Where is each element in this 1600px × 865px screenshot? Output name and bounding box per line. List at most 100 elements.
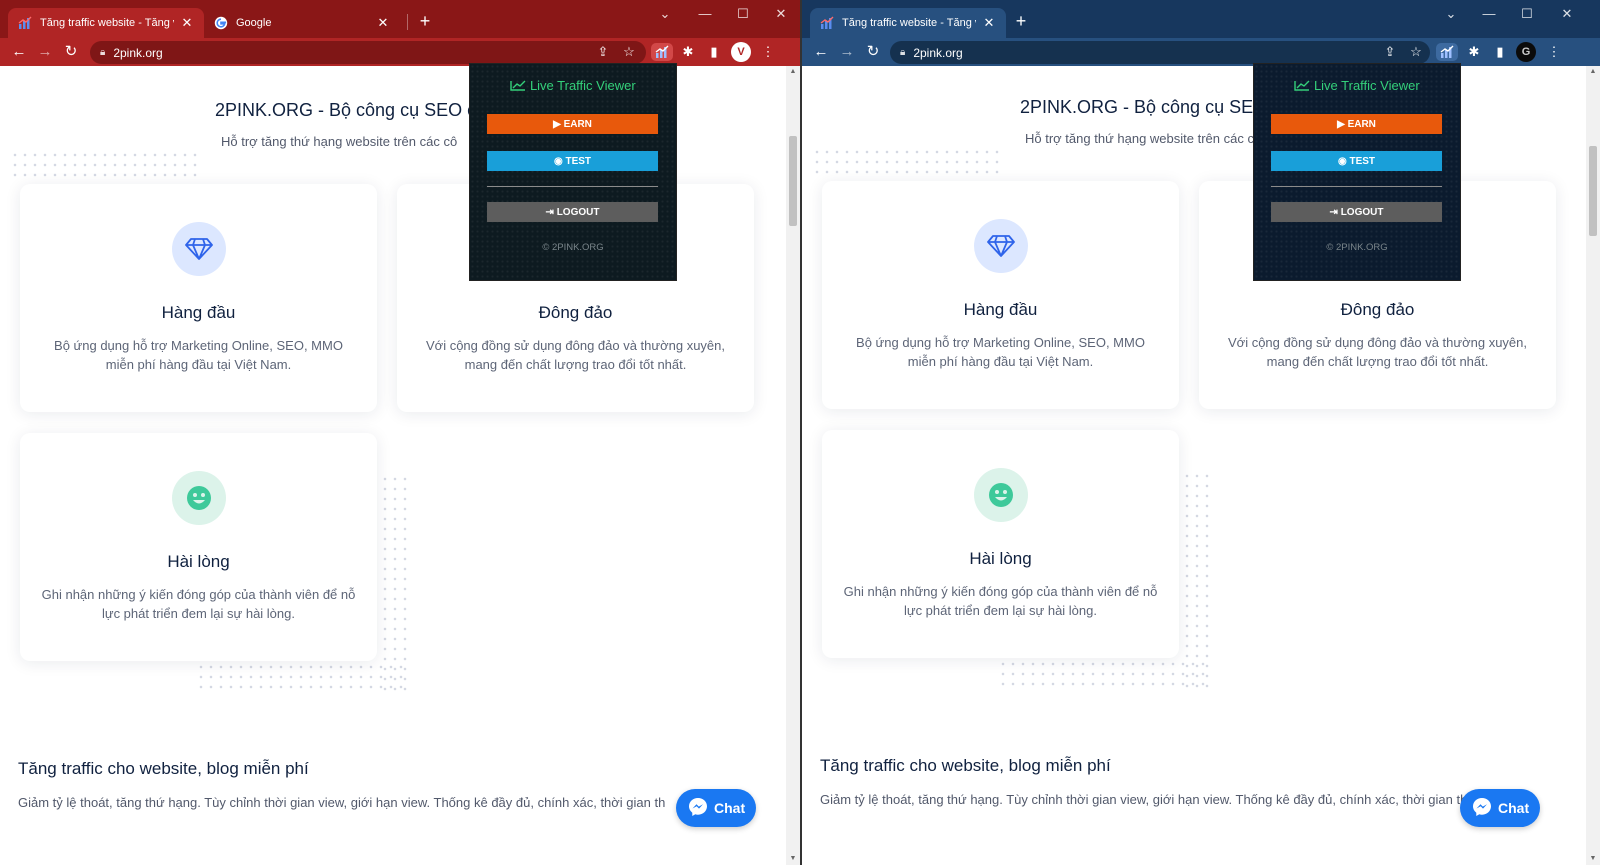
back-icon[interactable]: ←	[810, 41, 832, 63]
reload-icon[interactable]: ↻	[60, 41, 82, 63]
page-title: 2PINK.ORG - Bộ công cụ SEO chu	[215, 100, 497, 120]
traffic-extension-icon[interactable]	[651, 43, 673, 61]
address-bar[interactable]: 🔒︎ 2pink.org	[90, 41, 646, 64]
feature-card-leading: Hàng đầu Bộ ứng dụng hỗ trợ Marketing On…	[20, 184, 377, 412]
tab-strip: Tăng traffic website - Tăng view Y ✕ Goo…	[0, 0, 800, 38]
card-title: Đông đảo	[538, 303, 613, 322]
tab-close-icon[interactable]: ✕	[982, 15, 996, 31]
tab-title: Tăng traffic website - Tăng view Y	[842, 17, 976, 29]
popup-divider	[487, 186, 658, 187]
card-text: Ghi nhận những ý kiến đóng góp của thành…	[41, 587, 356, 621]
test-button[interactable]: ◉ TEST	[487, 151, 658, 171]
forward-icon[interactable]: →	[34, 41, 56, 63]
logout-label: LOGOUT	[1340, 206, 1384, 218]
menu-kebab-icon[interactable]: ⋮	[1544, 43, 1564, 61]
minimize-icon[interactable]: —	[1474, 4, 1504, 24]
maximize-icon[interactable]: ☐	[728, 4, 758, 24]
scroll-down-icon[interactable]: ▼	[786, 853, 800, 865]
tab-close-icon[interactable]: ✕	[376, 15, 390, 31]
bookmark-star-icon[interactable]: ☆	[619, 43, 639, 61]
messenger-chat-button[interactable]: Chat	[676, 789, 756, 827]
messenger-icon	[688, 797, 708, 820]
decorative-dots	[998, 659, 1208, 691]
page-scrollbar[interactable]: ▲ ▼	[786, 66, 800, 865]
popup-title: Live Traffic Viewer	[470, 78, 676, 93]
side-panel-icon[interactable]: ▮	[1490, 43, 1510, 61]
close-window-icon[interactable]: ✕	[1552, 4, 1582, 24]
tab-close-icon[interactable]: ✕	[180, 15, 194, 31]
scroll-up-icon[interactable]: ▲	[786, 66, 800, 78]
play-icon: ▶	[1337, 118, 1348, 130]
profile-avatar[interactable]: G	[1516, 42, 1536, 62]
google-favicon-icon	[214, 16, 228, 30]
menu-kebab-icon[interactable]: ⋮	[758, 43, 778, 61]
tab-search-icon[interactable]: ⌄	[650, 4, 680, 24]
chart-favicon-icon	[820, 16, 834, 30]
page-scrollbar[interactable]: ▲ ▼	[1586, 66, 1600, 865]
profile-avatar[interactable]: V	[731, 42, 751, 62]
lock-icon: 🔒︎	[900, 47, 906, 58]
reload-icon[interactable]: ↻	[862, 41, 884, 63]
section-text: Giảm tỷ lệ thoát, tăng thứ hạng. Tùy chỉ…	[18, 795, 666, 810]
chat-label: Chat	[1498, 800, 1530, 816]
popup-divider	[1271, 186, 1442, 187]
scroll-up-icon[interactable]: ▲	[1586, 66, 1600, 78]
forward-icon[interactable]: →	[836, 41, 858, 63]
extensions-puzzle-icon[interactable]: ✱	[1464, 43, 1484, 61]
traffic-extension-icon[interactable]	[1436, 43, 1458, 61]
earn-button[interactable]: ▶ EARN	[487, 114, 658, 134]
decorative-dots	[380, 474, 412, 694]
tab-2pink[interactable]: Tăng traffic website - Tăng view Y ✕	[810, 8, 1006, 38]
browser-toolbar: ← → ↻ 🔒︎ 2pink.org ⇪ ☆ ✱ ▮ G ⋮	[802, 38, 1600, 66]
feature-card-satisfied: Hài lòng Ghi nhận những ý kiến đóng góp …	[20, 433, 377, 661]
new-tab-icon[interactable]: +	[1010, 10, 1032, 32]
extensions-puzzle-icon[interactable]: ✱	[678, 43, 698, 61]
tab-strip: Tăng traffic website - Tăng view Y ✕ + ⌄…	[802, 0, 1600, 38]
card-text: Ghi nhận những ý kiến đóng góp của thành…	[843, 584, 1158, 618]
feature-card-leading: Hàng đầu Bộ ứng dụng hỗ trợ Marketing On…	[822, 181, 1179, 409]
smile-icon	[171, 471, 226, 525]
card-title: Hàng đầu	[161, 303, 236, 322]
browser-frame: Tăng traffic website - Tăng view Y ✕ + ⌄…	[802, 0, 1600, 66]
browser-window-left: Tăng traffic website - Tăng view Y ✕ Goo…	[0, 0, 800, 865]
popup-title: Live Traffic Viewer	[1254, 78, 1460, 93]
tab-search-icon[interactable]: ⌄	[1436, 4, 1466, 24]
logout-button[interactable]: ⇥ LOGOUT	[487, 202, 658, 222]
decorative-dots	[196, 662, 406, 694]
tab-title: Google	[236, 17, 272, 29]
tab-google[interactable]: Google ✕	[204, 8, 400, 38]
minimize-icon[interactable]: —	[690, 4, 720, 24]
share-icon[interactable]: ⇪	[1380, 43, 1400, 61]
section-title: Tăng traffic cho website, blog miễn phí	[18, 759, 309, 778]
maximize-icon[interactable]: ☐	[1512, 4, 1542, 24]
side-panel-icon[interactable]: ▮	[704, 43, 724, 61]
url-text: 2pink.org	[913, 45, 963, 60]
scroll-thumb[interactable]	[1589, 146, 1597, 236]
earn-label: EARN	[563, 118, 592, 130]
test-button[interactable]: ◉ TEST	[1271, 151, 1442, 171]
share-icon[interactable]: ⇪	[593, 43, 613, 61]
tab-2pink[interactable]: Tăng traffic website - Tăng view Y ✕	[8, 8, 204, 38]
messenger-chat-button[interactable]: Chat	[1460, 789, 1540, 827]
tab-title: Tăng traffic website - Tăng view Y	[40, 17, 174, 29]
new-tab-icon[interactable]: +	[414, 10, 436, 32]
back-icon[interactable]: ←	[8, 41, 30, 63]
popup-title-text: Live Traffic Viewer	[529, 78, 636, 93]
earn-button[interactable]: ▶ EARN	[1271, 114, 1442, 134]
diamond-icon	[171, 222, 226, 276]
close-window-icon[interactable]: ✕	[766, 4, 796, 24]
card-text: Bộ ứng dụng hỗ trợ Marketing Online, SEO…	[54, 338, 343, 372]
bookmark-star-icon[interactable]: ☆	[1406, 43, 1426, 61]
chat-label: Chat	[714, 800, 746, 816]
card-text: Bộ ứng dụng hỗ trợ Marketing Online, SEO…	[856, 335, 1145, 369]
logout-button[interactable]: ⇥ LOGOUT	[1271, 202, 1442, 222]
section-text: Giảm tỷ lệ thoát, tăng thứ hạng. Tùy chỉ…	[820, 792, 1468, 807]
live-traffic-popup: Live Traffic Viewer ▶ EARN ◉ TEST ⇥ LOGO…	[1254, 64, 1460, 280]
page-viewport: 2PINK.ORG - Bộ công cụ SEO chu Hỗ trợ tă…	[0, 66, 800, 865]
messenger-icon	[1472, 797, 1492, 820]
address-bar[interactable]: 🔒︎ 2pink.org	[890, 41, 1430, 64]
live-traffic-popup: Live Traffic Viewer ▶ EARN ◉ TEST ⇥ LOGO…	[470, 64, 676, 280]
scroll-down-icon[interactable]: ▼	[1586, 853, 1600, 865]
scroll-thumb[interactable]	[789, 136, 797, 226]
card-text: Với cộng đồng sử dụng đông đảo và thường…	[426, 338, 725, 372]
